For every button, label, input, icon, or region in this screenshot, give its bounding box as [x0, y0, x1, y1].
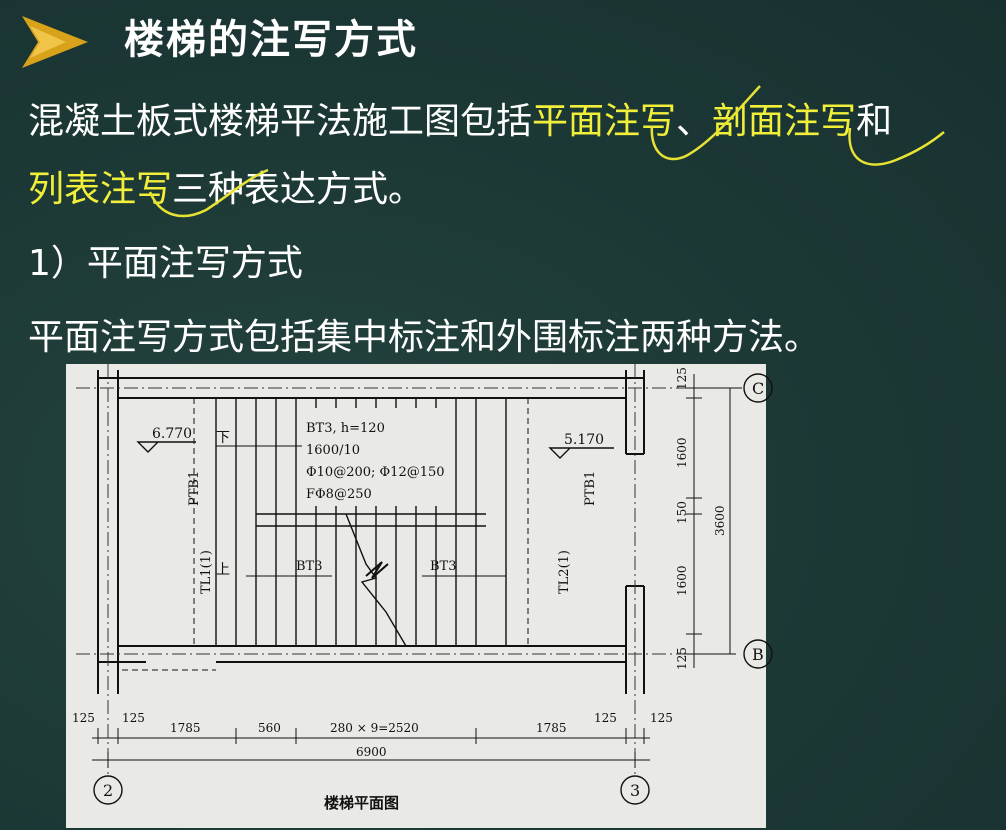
beam-label-left: TL1(1)	[199, 550, 214, 594]
dim-bottom-2: 125	[122, 711, 145, 725]
axis-label-b: B	[752, 645, 764, 664]
dim-bottom-7: 125	[594, 711, 617, 725]
level-right: 5.170	[564, 432, 604, 448]
stair-plan-drawing: 6.770 5.170 下 上 PTB1 PTB1 TL1(1) TL2(1) …	[72, 364, 773, 812]
dim-bottom-6: 1785	[536, 721, 567, 735]
intro-line-2: 列表注写三种表达方式。	[28, 166, 424, 214]
arrow-down-label: 下	[216, 430, 230, 446]
level-left: 6.770	[152, 426, 192, 442]
beam-label-right: TL2(1)	[557, 550, 572, 594]
section-heading: 1）平面注写方式	[28, 243, 303, 284]
arrow-up-label: 上	[216, 562, 230, 578]
level-symbol-left	[136, 441, 196, 453]
dim-bottom-8: 125	[650, 711, 673, 725]
annotation-line-2: 1600/10	[306, 443, 360, 458]
dim-total-right: 3600	[713, 505, 727, 536]
level-symbol-right	[548, 447, 614, 459]
annotation-line-4: FΦ8@250	[306, 487, 372, 502]
dim-right-5: 125	[675, 647, 689, 670]
panel-label-left: PTB1	[187, 471, 202, 506]
intro-line-1: 混凝土板式楼梯平法施工图包括平面注写、剖面注写和	[28, 98, 892, 146]
dim-bottom-5: 280 × 9=2520	[330, 721, 419, 735]
dim-bottom-4: 560	[258, 721, 281, 735]
flight-label-left: BT3	[296, 559, 323, 574]
annotation-line-3: Φ10@200; Φ12@150	[306, 465, 445, 480]
break-symbol	[365, 561, 389, 579]
slide: 楼梯的注写方式 混凝土板式楼梯平法施工图包括平面注写、剖面注写和 列表注写三种表…	[0, 0, 1006, 830]
dim-right-2: 1600	[675, 437, 689, 468]
dim-right-4: 1600	[675, 565, 689, 596]
play-triangle-icon	[22, 16, 88, 68]
intro-text: 混凝土板式楼梯平法施工图包括	[28, 101, 533, 142]
panel-label-right: PTB1	[583, 471, 598, 506]
highlight-section-notation: 剖面注写	[712, 101, 857, 142]
dim-total-bottom: 6900	[356, 745, 387, 759]
drawing-caption: 楼梯平面图	[324, 794, 399, 812]
dim-right-3: 150	[675, 501, 689, 524]
dim-bottom-1: 125	[72, 711, 95, 725]
dim-right-1: 125	[675, 367, 689, 390]
dim-bottom-3: 1785	[170, 721, 201, 735]
axis-label-c: C	[752, 379, 764, 398]
axis-label-3: 3	[630, 781, 640, 800]
highlight-table-notation: 列表注写	[28, 169, 173, 210]
intro-tail: 三种表达方式。	[172, 169, 425, 210]
annotation-line-1: BT3, h=120	[306, 421, 385, 436]
highlight-plan-notation: 平面注写	[532, 101, 677, 142]
separator: 、	[676, 101, 713, 142]
plan-notation-description: 平面注写方式包括集中标注和外围标注两种方法。	[28, 317, 821, 358]
slide-title: 楼梯的注写方式	[124, 17, 418, 63]
flight-label-right: BT3	[430, 559, 457, 574]
axis-label-2: 2	[103, 781, 113, 800]
conjunction: 和	[856, 101, 893, 142]
